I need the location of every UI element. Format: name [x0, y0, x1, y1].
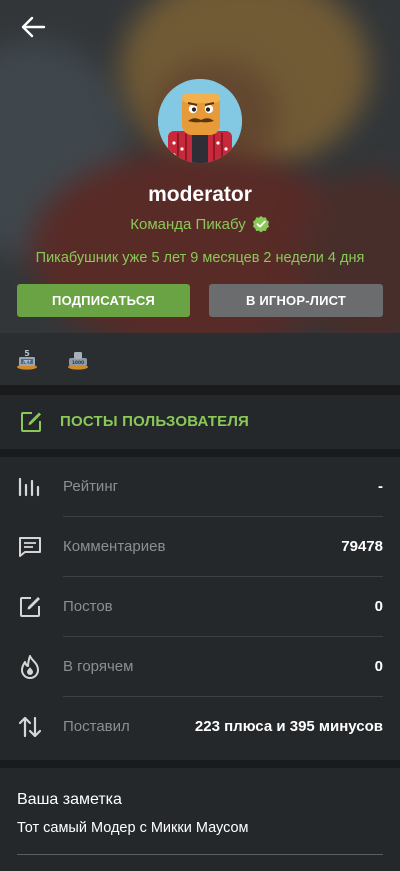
user-posts-link[interactable]: ПОСТЫ ПОЛЬЗОВАТЕЛЯ: [0, 395, 400, 449]
account-age-text: Пикабушник уже 5 лет 9 месяцев 2 недели …: [35, 250, 365, 266]
stat-value: 223 плюса и 395 минусов: [194, 718, 383, 735]
note-title: Ваша заметка: [17, 791, 122, 808]
5-years-award-icon[interactable]: 5 ЛЕТ: [15, 347, 39, 371]
1000-award-icon[interactable]: 1000: [66, 347, 90, 371]
svg-text:ЛЕТ: ЛЕТ: [23, 360, 32, 365]
svg-text:1000: 1000: [72, 360, 84, 366]
user-posts-label: ПОСТЫ ПОЛЬЗОВАТЕЛЯ: [60, 413, 250, 430]
username: moderator: [148, 183, 252, 206]
stat-value: 79478: [341, 538, 383, 555]
stat-value: -: [378, 478, 383, 495]
team-badge: Команда Пикабу: [0, 215, 400, 233]
stat-label: Комментариев: [63, 538, 166, 555]
stats-list: Рейтинг - Комментариев 79478 Постов 0 В …: [0, 457, 400, 760]
avatar[interactable]: [158, 79, 242, 163]
comment-icon: [17, 534, 43, 560]
svg-text:5: 5: [24, 349, 30, 358]
stat-value: 0: [374, 598, 383, 615]
stat-row-posts: Постов 0: [0, 577, 400, 637]
stat-label: Постов: [63, 598, 113, 615]
stat-label: Поставил: [63, 718, 130, 735]
stat-label: В горячем: [63, 658, 134, 675]
stat-row-hot: В горячем 0: [0, 637, 400, 697]
subscribe-button[interactable]: ПОДПИСАТЬСЯ: [17, 284, 190, 317]
note-underline: [17, 854, 383, 855]
ignore-list-button[interactable]: В ИГНОР-ЛИСТ: [209, 284, 383, 317]
team-label: Команда Пикабу: [130, 215, 246, 233]
note-input[interactable]: Тот самый Модер с Микки Маусом: [17, 820, 249, 836]
stat-value: 0: [374, 658, 383, 675]
stat-row-votes: Поставил 223 плюса и 395 минусов: [0, 697, 400, 757]
back-arrow-icon[interactable]: [18, 14, 46, 40]
stat-row-comments: Комментариев 79478: [0, 517, 400, 577]
user-note-section: Ваша заметка Тот самый Модер с Микки Мау…: [0, 768, 400, 871]
flame-icon: [17, 654, 43, 680]
stat-row-rating: Рейтинг -: [0, 457, 400, 517]
up-down-arrows-icon: [17, 714, 43, 740]
awards-bar: 5 ЛЕТ 1000: [0, 333, 400, 385]
profile-header: moderator Команда Пикабу Пикабушник уже …: [0, 0, 400, 333]
stat-label: Рейтинг: [63, 478, 119, 495]
pencil-square-icon: [17, 594, 43, 620]
pencil-square-icon: [19, 410, 43, 434]
rating-bars-icon: [17, 474, 43, 500]
verified-check-icon: [252, 215, 270, 233]
